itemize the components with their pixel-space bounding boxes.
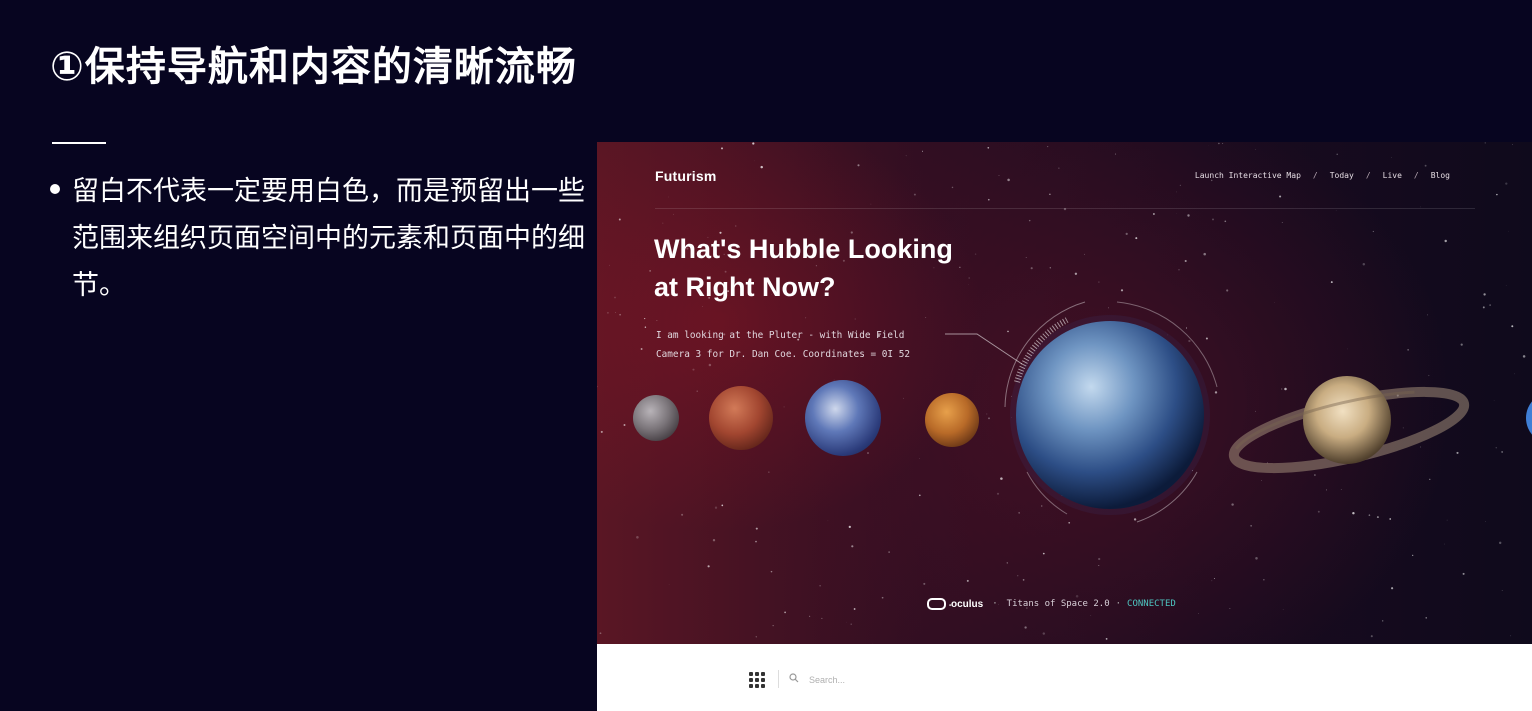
bullet-item: 留白不代表一定要用白色，而是预留出一些范围来组织页面空间中的元素和页面中的细节。: [50, 168, 590, 309]
oculus-logo-icon: [927, 598, 946, 610]
connection-status: CONNECTED: [1127, 599, 1176, 609]
search-icon[interactable]: [789, 673, 799, 683]
neptune-planet-hud: [1004, 301, 1532, 523]
bullet-dot: [50, 184, 60, 194]
vr-title[interactable]: Titans of Space 2.0: [1007, 599, 1110, 609]
search-input[interactable]: [807, 670, 1011, 690]
grid-icon[interactable]: [749, 672, 765, 688]
bottom-toolbar: [597, 644, 1532, 711]
toolbar-divider: [778, 670, 779, 688]
status-separator: ·: [1115, 599, 1122, 609]
status-separator: ·: [992, 599, 998, 609]
bullet-text: 留白不代表一定要用白色，而是预留出一些范围来组织页面空间中的元素和页面中的细节。: [72, 176, 585, 301]
slide-title: ①保持导航和内容的清晰流畅: [50, 44, 577, 90]
oculus-brand: oculus: [951, 598, 984, 610]
title-divider: [52, 142, 106, 144]
hero-section: Futurism Launch Interactive Map / Today …: [597, 142, 1532, 644]
website-screenshot: Futurism Launch Interactive Map / Today …: [597, 142, 1532, 711]
vr-status-bar: oculus · Titans of Space 2.0 · CONNECTED: [927, 598, 1176, 610]
